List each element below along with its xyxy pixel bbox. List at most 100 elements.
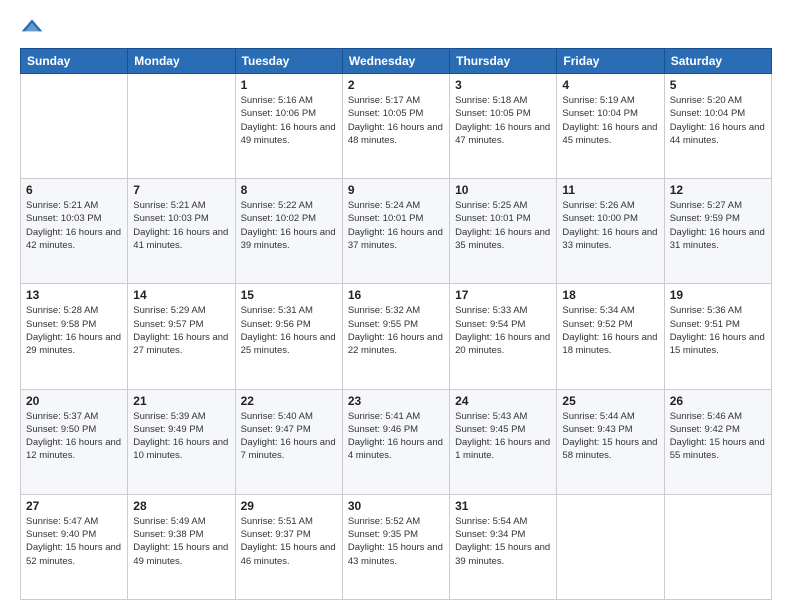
day-info: Sunrise: 5:25 AM Sunset: 10:01 PM Daylig… <box>455 199 551 252</box>
calendar-cell: 3Sunrise: 5:18 AM Sunset: 10:05 PM Dayli… <box>450 74 557 179</box>
day-info: Sunrise: 5:21 AM Sunset: 10:03 PM Daylig… <box>133 199 229 252</box>
day-number: 3 <box>455 78 551 92</box>
calendar-cell: 29Sunrise: 5:51 AM Sunset: 9:37 PM Dayli… <box>235 494 342 599</box>
day-info: Sunrise: 5:46 AM Sunset: 9:42 PM Dayligh… <box>670 410 766 463</box>
day-info: Sunrise: 5:37 AM Sunset: 9:50 PM Dayligh… <box>26 410 122 463</box>
calendar-cell: 28 Sunrise: 5:49 AM Sunset: 9:38 PM Dayli… <box>128 494 235 599</box>
day-info: Sunrise: 5:17 AM Sunset: 10:05 PM Daylig… <box>348 94 444 147</box>
day-info: Sunrise: 5:41 AM Sunset: 9:46 PM Dayligh… <box>348 410 444 463</box>
day-number: 28 <box>133 499 229 513</box>
day-info: Sunrise: 5:28 AM Sunset: 9:58 PM Dayligh… <box>26 304 122 357</box>
day-info: Sunrise: 5:24 AM Sunset: 10:01 PM Daylig… <box>348 199 444 252</box>
day-info: Sunrise: 5:40 AM Sunset: 9:47 PM Dayligh… <box>241 410 337 463</box>
day-number: 24 <box>455 394 551 408</box>
calendar-cell: 2 Sunrise: 5:17 AM Sunset: 10:05 PM Dayli… <box>342 74 449 179</box>
calendar-week-3: 13 Sunrise: 5:28 AM Sunset: 9:58 PM Dayli… <box>21 284 772 389</box>
weekday-header-monday: Monday <box>128 49 235 74</box>
day-number: 8 <box>241 183 337 197</box>
calendar-cell: 4 Sunrise: 5:19 AM Sunset: 10:04 PM Dayli… <box>557 74 664 179</box>
day-info: Sunrise: 5:31 AM Sunset: 9:56 PM Dayligh… <box>241 304 337 357</box>
calendar-cell: 7 Sunrise: 5:21 AM Sunset: 10:03 PM Dayli… <box>128 179 235 284</box>
calendar-cell: 31Sunrise: 5:54 AM Sunset: 9:34 PM Dayli… <box>450 494 557 599</box>
day-info: Sunrise: 5:22 AM Sunset: 10:02 PM Daylig… <box>241 199 337 252</box>
calendar-cell: 12 Sunrise: 5:27 AM Sunset: 9:59 PM Dayli… <box>664 179 771 284</box>
day-number: 9 <box>348 183 444 197</box>
day-number: 7 <box>133 183 229 197</box>
day-number: 27 <box>26 499 122 513</box>
weekday-header-friday: Friday <box>557 49 664 74</box>
calendar-week-2: 6 Sunrise: 5:21 AM Sunset: 10:03 PM Dayli… <box>21 179 772 284</box>
calendar-cell <box>664 494 771 599</box>
logo <box>20 16 48 40</box>
calendar-cell: 9 Sunrise: 5:24 AM Sunset: 10:01 PM Dayli… <box>342 179 449 284</box>
calendar-cell: 26 Sunrise: 5:46 AM Sunset: 9:42 PM Dayli… <box>664 389 771 494</box>
calendar-cell: 11 Sunrise: 5:26 AM Sunset: 10:00 PM Dayl… <box>557 179 664 284</box>
day-number: 22 <box>241 394 337 408</box>
day-info: Sunrise: 5:32 AM Sunset: 9:55 PM Dayligh… <box>348 304 444 357</box>
weekday-header-tuesday: Tuesday <box>235 49 342 74</box>
header <box>20 16 772 40</box>
calendar-cell: 16 Sunrise: 5:32 AM Sunset: 9:55 PM Dayli… <box>342 284 449 389</box>
day-info: Sunrise: 5:43 AM Sunset: 9:45 PM Dayligh… <box>455 410 551 463</box>
day-info: Sunrise: 5:52 AM Sunset: 9:35 PM Dayligh… <box>348 515 444 568</box>
calendar-cell: 1Sunrise: 5:16 AM Sunset: 10:06 PM Dayli… <box>235 74 342 179</box>
day-info: Sunrise: 5:27 AM Sunset: 9:59 PM Dayligh… <box>670 199 766 252</box>
day-number: 14 <box>133 288 229 302</box>
weekday-header-wednesday: Wednesday <box>342 49 449 74</box>
calendar-cell: 27 Sunrise: 5:47 AM Sunset: 9:40 PM Dayli… <box>21 494 128 599</box>
day-info: Sunrise: 5:19 AM Sunset: 10:04 PM Daylig… <box>562 94 658 147</box>
day-number: 4 <box>562 78 658 92</box>
calendar-cell: 14 Sunrise: 5:29 AM Sunset: 9:57 PM Dayli… <box>128 284 235 389</box>
day-number: 5 <box>670 78 766 92</box>
day-number: 6 <box>26 183 122 197</box>
calendar-cell: 25 Sunrise: 5:44 AM Sunset: 9:43 PM Dayli… <box>557 389 664 494</box>
day-number: 25 <box>562 394 658 408</box>
day-number: 31 <box>455 499 551 513</box>
calendar-cell: 21Sunrise: 5:39 AM Sunset: 9:49 PM Dayli… <box>128 389 235 494</box>
calendar-cell <box>128 74 235 179</box>
day-info: Sunrise: 5:36 AM Sunset: 9:51 PM Dayligh… <box>670 304 766 357</box>
calendar-cell: 13 Sunrise: 5:28 AM Sunset: 9:58 PM Dayli… <box>21 284 128 389</box>
calendar-cell <box>21 74 128 179</box>
calendar-cell: 8 Sunrise: 5:22 AM Sunset: 10:02 PM Dayli… <box>235 179 342 284</box>
day-number: 10 <box>455 183 551 197</box>
day-number: 2 <box>348 78 444 92</box>
day-number: 19 <box>670 288 766 302</box>
weekday-header-saturday: Saturday <box>664 49 771 74</box>
weekday-header-row: SundayMondayTuesdayWednesdayThursdayFrid… <box>21 49 772 74</box>
weekday-header-thursday: Thursday <box>450 49 557 74</box>
calendar-cell: 18Sunrise: 5:34 AM Sunset: 9:52 PM Dayli… <box>557 284 664 389</box>
calendar-cell: 23Sunrise: 5:41 AM Sunset: 9:46 PM Dayli… <box>342 389 449 494</box>
day-info: Sunrise: 5:16 AM Sunset: 10:06 PM Daylig… <box>241 94 337 147</box>
day-info: Sunrise: 5:29 AM Sunset: 9:57 PM Dayligh… <box>133 304 229 357</box>
day-info: Sunrise: 5:47 AM Sunset: 9:40 PM Dayligh… <box>26 515 122 568</box>
day-info: Sunrise: 5:26 AM Sunset: 10:00 PM Daylig… <box>562 199 658 252</box>
day-info: Sunrise: 5:20 AM Sunset: 10:04 PM Daylig… <box>670 94 766 147</box>
day-number: 12 <box>670 183 766 197</box>
calendar-table: SundayMondayTuesdayWednesdayThursdayFrid… <box>20 48 772 600</box>
calendar-cell: 19 Sunrise: 5:36 AM Sunset: 9:51 PM Dayli… <box>664 284 771 389</box>
day-number: 16 <box>348 288 444 302</box>
calendar-week-4: 20 Sunrise: 5:37 AM Sunset: 9:50 PM Dayli… <box>21 389 772 494</box>
day-number: 15 <box>241 288 337 302</box>
weekday-header-sunday: Sunday <box>21 49 128 74</box>
calendar-cell: 6 Sunrise: 5:21 AM Sunset: 10:03 PM Dayli… <box>21 179 128 284</box>
day-info: Sunrise: 5:34 AM Sunset: 9:52 PM Dayligh… <box>562 304 658 357</box>
calendar-cell: 24 Sunrise: 5:43 AM Sunset: 9:45 PM Dayli… <box>450 389 557 494</box>
day-info: Sunrise: 5:39 AM Sunset: 9:49 PM Dayligh… <box>133 410 229 463</box>
day-number: 13 <box>26 288 122 302</box>
day-number: 11 <box>562 183 658 197</box>
day-info: Sunrise: 5:51 AM Sunset: 9:37 PM Dayligh… <box>241 515 337 568</box>
calendar-cell: 20 Sunrise: 5:37 AM Sunset: 9:50 PM Dayli… <box>21 389 128 494</box>
day-info: Sunrise: 5:49 AM Sunset: 9:38 PM Dayligh… <box>133 515 229 568</box>
day-number: 30 <box>348 499 444 513</box>
calendar-cell: 30 Sunrise: 5:52 AM Sunset: 9:35 PM Dayli… <box>342 494 449 599</box>
day-number: 20 <box>26 394 122 408</box>
calendar-week-5: 27 Sunrise: 5:47 AM Sunset: 9:40 PM Dayli… <box>21 494 772 599</box>
calendar-cell: 17Sunrise: 5:33 AM Sunset: 9:54 PM Dayli… <box>450 284 557 389</box>
day-info: Sunrise: 5:44 AM Sunset: 9:43 PM Dayligh… <box>562 410 658 463</box>
page: SundayMondayTuesdayWednesdayThursdayFrid… <box>0 0 792 612</box>
day-number: 26 <box>670 394 766 408</box>
day-info: Sunrise: 5:21 AM Sunset: 10:03 PM Daylig… <box>26 199 122 252</box>
day-info: Sunrise: 5:33 AM Sunset: 9:54 PM Dayligh… <box>455 304 551 357</box>
